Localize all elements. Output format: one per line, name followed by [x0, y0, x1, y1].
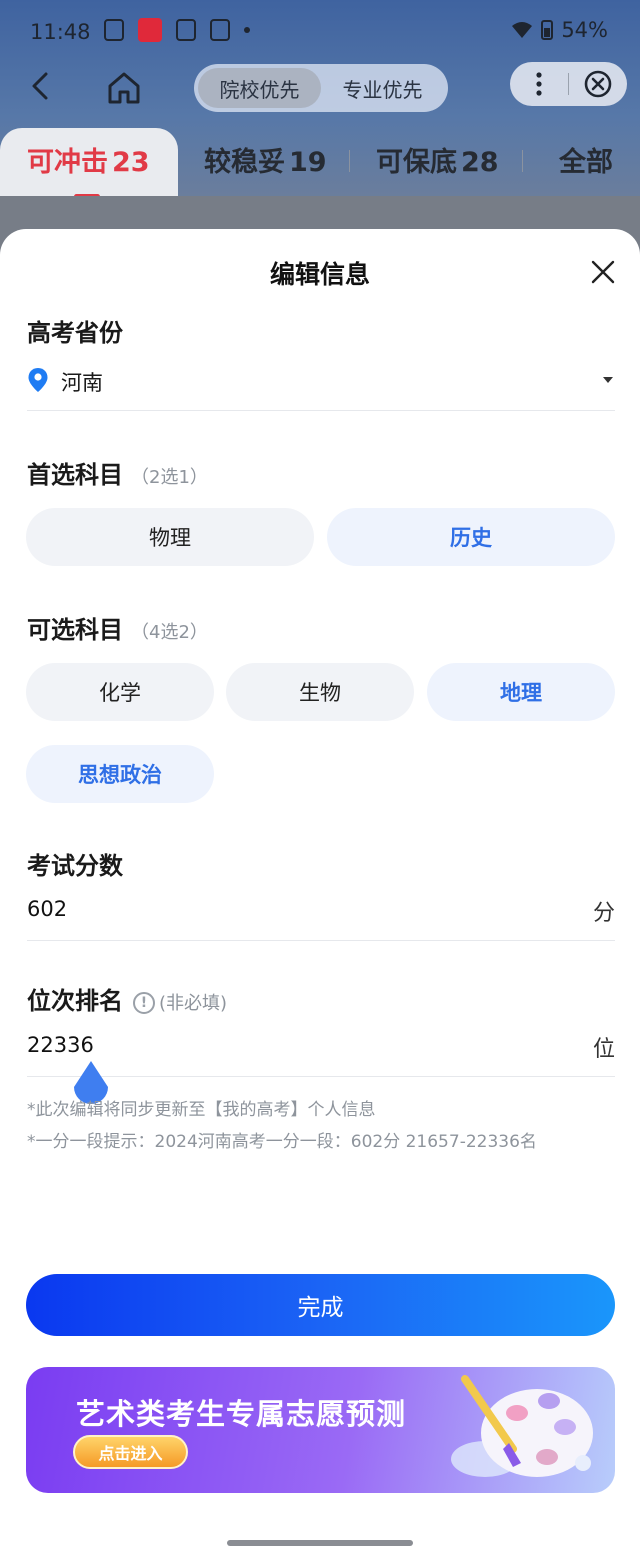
segment-major-priority[interactable]: 专业优先: [321, 68, 444, 108]
rank-input[interactable]: 22336 位: [27, 1031, 615, 1077]
subject-option-chemistry[interactable]: 化学: [26, 663, 214, 721]
subject-option-physics[interactable]: 物理: [26, 508, 314, 566]
tab-reach-label: 可冲击: [27, 147, 108, 178]
status-right: 54%: [511, 18, 608, 42]
score-rank-note: *一分一段提示：2024河南高考一分一段：602分 21657-22336名: [27, 1132, 537, 1152]
battery-percent: 54%: [561, 18, 608, 42]
sheet-title: 编辑信息: [269, 260, 370, 289]
score-unit: 分: [592, 901, 615, 926]
province-select[interactable]: 河南: [27, 365, 615, 411]
back-icon[interactable]: [24, 66, 60, 106]
rank-unit: 位: [592, 1037, 615, 1062]
rank-label: 位次排名! (非必填): [27, 981, 227, 1016]
first-subject-title: 首选科目: [27, 461, 123, 489]
mini-program-capsule: [510, 62, 627, 106]
close-icon[interactable]: [590, 259, 616, 285]
help-icon: [210, 19, 230, 41]
tab-all[interactable]: 全部: [559, 140, 613, 179]
tab-divider: [349, 150, 350, 172]
banner-enter-button[interactable]: 点击进入: [73, 1435, 188, 1469]
subject-option-politics[interactable]: 思想政治: [26, 745, 214, 803]
tab-match-label: 较稳妥: [204, 147, 285, 178]
notification-icons: [104, 18, 250, 42]
sync-note: *此次编辑将同步更新至【我的高考】个人信息: [27, 1100, 376, 1120]
tab-reach[interactable]: 可冲击 23: [27, 140, 150, 179]
phone-icon: [176, 19, 196, 41]
score-value: 602: [27, 897, 68, 921]
status-time: 11:48: [30, 20, 91, 44]
optional-subject-label: 可选科目 （4选2）: [27, 610, 208, 645]
home-indicator[interactable]: [227, 1540, 413, 1546]
more-icon[interactable]: [510, 62, 568, 106]
optional-subject-hint: （4选2）: [131, 622, 208, 643]
app-badge-icon: [138, 18, 162, 42]
tab-divider: [522, 150, 523, 172]
location-pin-icon: [28, 368, 48, 392]
first-subject-hint: （2选1）: [131, 467, 208, 488]
status-bar: 11:48 54%: [0, 0, 640, 64]
score-input[interactable]: 602 分: [27, 895, 615, 941]
tab-all-label: 全部: [559, 147, 613, 178]
rank-value: 22336: [27, 1033, 94, 1057]
subject-option-biology[interactable]: 生物: [226, 663, 414, 721]
tab-match-count: 19: [289, 147, 327, 178]
mail-icon: [104, 19, 124, 41]
banner-title: 艺术类考生专属志愿预测: [76, 1397, 407, 1431]
priority-segmented-control: 院校优先 专业优先: [194, 64, 448, 112]
subject-option-geography[interactable]: 地理: [427, 663, 615, 721]
nav-row: 院校优先 专业优先: [0, 60, 640, 116]
art-student-banner[interactable]: 艺术类考生专属志愿预测 点击进入: [26, 1367, 615, 1493]
info-icon[interactable]: !: [133, 992, 155, 1014]
score-label: 考试分数: [27, 852, 123, 880]
optional-subject-title: 可选科目: [27, 616, 123, 644]
wifi-icon: [512, 22, 533, 38]
first-subject-label: 首选科目 （2选1）: [27, 455, 208, 490]
rank-hint: (非必填): [159, 993, 228, 1014]
caret-down-icon: [603, 377, 613, 383]
close-circle-icon[interactable]: [569, 62, 627, 106]
tab-reach-count: 23: [112, 147, 150, 178]
province-label: 高考省份: [27, 319, 123, 347]
done-button[interactable]: 完成: [26, 1274, 615, 1336]
battery-icon: [541, 20, 554, 40]
more-dot-icon: [244, 27, 250, 33]
tab-safety-count: 28: [461, 147, 499, 178]
subject-option-history[interactable]: 历史: [327, 508, 615, 566]
tab-match[interactable]: 较稳妥 19: [204, 140, 327, 179]
province-value: 河南: [61, 371, 103, 395]
edit-info-sheet: 编辑信息 高考省份 河南 首选科目 （2选1） 物理 历史 可选科目 （4选2） 化…: [0, 229, 640, 1563]
home-icon[interactable]: [104, 68, 144, 108]
tab-safety[interactable]: 可保底 28: [376, 140, 499, 179]
tab-safety-label: 可保底: [376, 147, 457, 178]
rank-title: 位次排名: [27, 987, 123, 1015]
paint-palette-icon: [451, 1375, 593, 1477]
segment-school-priority[interactable]: 院校优先: [198, 68, 321, 108]
